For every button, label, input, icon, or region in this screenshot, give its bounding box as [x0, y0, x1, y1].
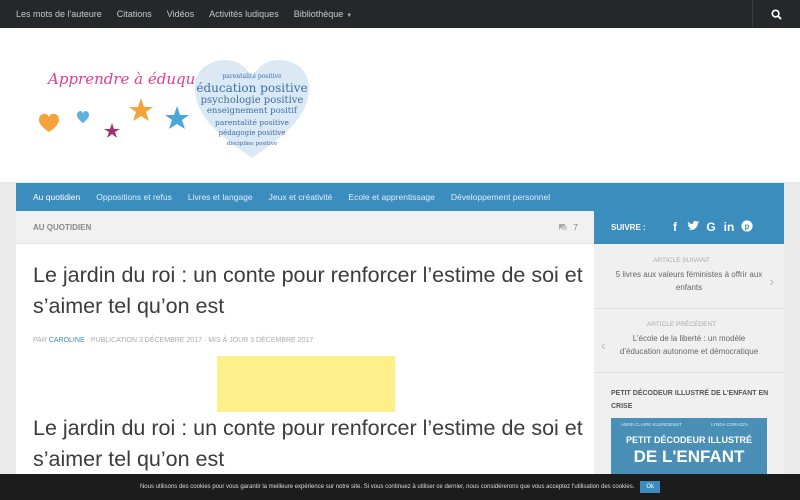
- topnav-item-videos[interactable]: Vidéos: [167, 9, 194, 19]
- cat-au-quotidien[interactable]: Au quotidien: [33, 192, 80, 202]
- topnav-item-bibliotheque[interactable]: Bibliothèque ▼: [294, 9, 353, 19]
- linkedin-icon[interactable]: in: [722, 220, 736, 234]
- post-title: Le jardin du roi : un conte pour renforc…: [33, 263, 583, 318]
- meta-by: par: [33, 337, 47, 344]
- topnav-item-bibliotheque-label: Bibliothèque: [293, 9, 344, 19]
- social-icons: f G in p: [668, 220, 758, 234]
- cookie-text: Nous utilisons des cookies pour vous gar…: [139, 484, 635, 490]
- next-post-label: Article suivant: [653, 257, 710, 264]
- breadcrumb[interactable]: Au quotidien: [33, 223, 91, 232]
- book-cover-image[interactable]: Anne-Claire Kleindienst Lynda Corazza Pe…: [611, 418, 767, 478]
- twitter-bird-shape: [687, 220, 699, 230]
- site-logo[interactable]: Apprendre à éduquer parentalité positive…: [33, 58, 313, 186]
- purple-star-icon: [104, 123, 120, 138]
- book-author-1: Anne-Claire Kleindienst: [621, 422, 683, 427]
- orange-star-icon: [129, 98, 153, 121]
- cat-jeux[interactable]: Jeux et créativité: [269, 192, 333, 202]
- heart-word: éducation positive: [196, 81, 308, 95]
- decorative-shapes: [39, 98, 189, 138]
- chevron-left-icon: ‹: [601, 337, 606, 353]
- search-icon: [771, 8, 782, 20]
- google-icon[interactable]: G: [704, 220, 718, 234]
- post-meta: par Caroline · Publication 3 décembre 20…: [33, 337, 313, 344]
- svg-text:p: p: [745, 222, 750, 231]
- sidebar: SUIVRE : f G in p Article suivant 5 livr…: [594, 211, 784, 500]
- blue-star-icon: [165, 106, 189, 129]
- top-navigation: Les mots de l'auteure Citations Vidéos A…: [0, 0, 800, 28]
- site-header: Apprendre à éduquer parentalité positive…: [0, 28, 800, 182]
- top-menu: Les mots de l'auteure Citations Vidéos A…: [16, 0, 367, 28]
- comments-link[interactable]: 7: [558, 222, 578, 232]
- chevron-right-icon: ›: [769, 273, 774, 289]
- cat-livres[interactable]: Livres et langage: [188, 192, 253, 202]
- orange-heart-icon: [39, 113, 59, 132]
- comment-count: 7: [573, 222, 578, 232]
- ad-placeholder: [217, 356, 395, 412]
- post-title-repeat: Le jardin du roi : un conte pour renforc…: [33, 416, 583, 471]
- main-content: Au quotidien 7 Le jardin du roi : un con…: [16, 211, 594, 500]
- heart-word: pédagogie positive: [218, 129, 286, 137]
- previous-post-link[interactable]: Article précédent L’école de la liberté …: [594, 317, 784, 373]
- heart-word-cloud: parentalité positive éducation positive …: [195, 71, 309, 150]
- cat-oppositions[interactable]: Oppositions et refus: [96, 192, 172, 202]
- book-author-2: Lynda Corazza: [711, 422, 749, 427]
- blue-heart-icon: [77, 111, 89, 123]
- category-navigation: Au quotidien Oppositions et refus Livres…: [16, 183, 784, 211]
- topnav-item-activites[interactable]: Activités ludiques: [209, 9, 279, 19]
- book-title-line-1: Petit décodeur illustré: [625, 435, 752, 445]
- pinterest-icon[interactable]: p: [740, 220, 754, 234]
- heart-word: parentalité positive: [215, 118, 289, 127]
- previous-post-title: L’école de la liberté : un modèle d’éduc…: [619, 334, 759, 356]
- heart-word: psychologie positive: [200, 95, 304, 106]
- book-title-line-2: de l'enfant: [633, 447, 745, 466]
- pinterest-shape: p: [741, 220, 753, 232]
- twitter-icon[interactable]: [686, 220, 700, 234]
- follow-bar: SUIVRE : f G in p: [594, 211, 784, 244]
- chevron-down-icon: ▼: [346, 13, 353, 19]
- cookie-banner: Nous utilisons des cookies pour vous gar…: [0, 474, 800, 500]
- facebook-icon[interactable]: f: [668, 220, 682, 234]
- cookie-ok-button[interactable]: Ok: [640, 481, 661, 493]
- topnav-item-mots-auteure[interactable]: Les mots de l'auteure: [16, 9, 102, 19]
- comments-icon: [559, 223, 568, 231]
- breadcrumb-bar: Au quotidien 7: [16, 211, 594, 244]
- heart-word: enseignement positif: [206, 106, 298, 116]
- next-post-link[interactable]: Article suivant 5 livres aux valeurs fém…: [594, 253, 784, 309]
- search-button[interactable]: [752, 0, 800, 28]
- meta-dates: · Publication 3 décembre 2017 · Mis à jo…: [86, 337, 314, 344]
- widget-title: Petit décodeur illustré de l'enfant en c…: [611, 390, 769, 410]
- cat-ecole[interactable]: Ecole et apprentissage: [348, 192, 434, 202]
- next-post-title: 5 livres aux valeurs féministes à offrir…: [615, 270, 763, 292]
- previous-post-label: Article précédent: [646, 321, 717, 328]
- author-link[interactable]: Caroline: [49, 337, 85, 344]
- follow-label: SUIVRE :: [611, 223, 646, 232]
- heart-word: discipline positive: [226, 141, 278, 147]
- topnav-item-citations[interactable]: Citations: [117, 9, 152, 19]
- cat-developpement[interactable]: Développement personnel: [451, 192, 550, 202]
